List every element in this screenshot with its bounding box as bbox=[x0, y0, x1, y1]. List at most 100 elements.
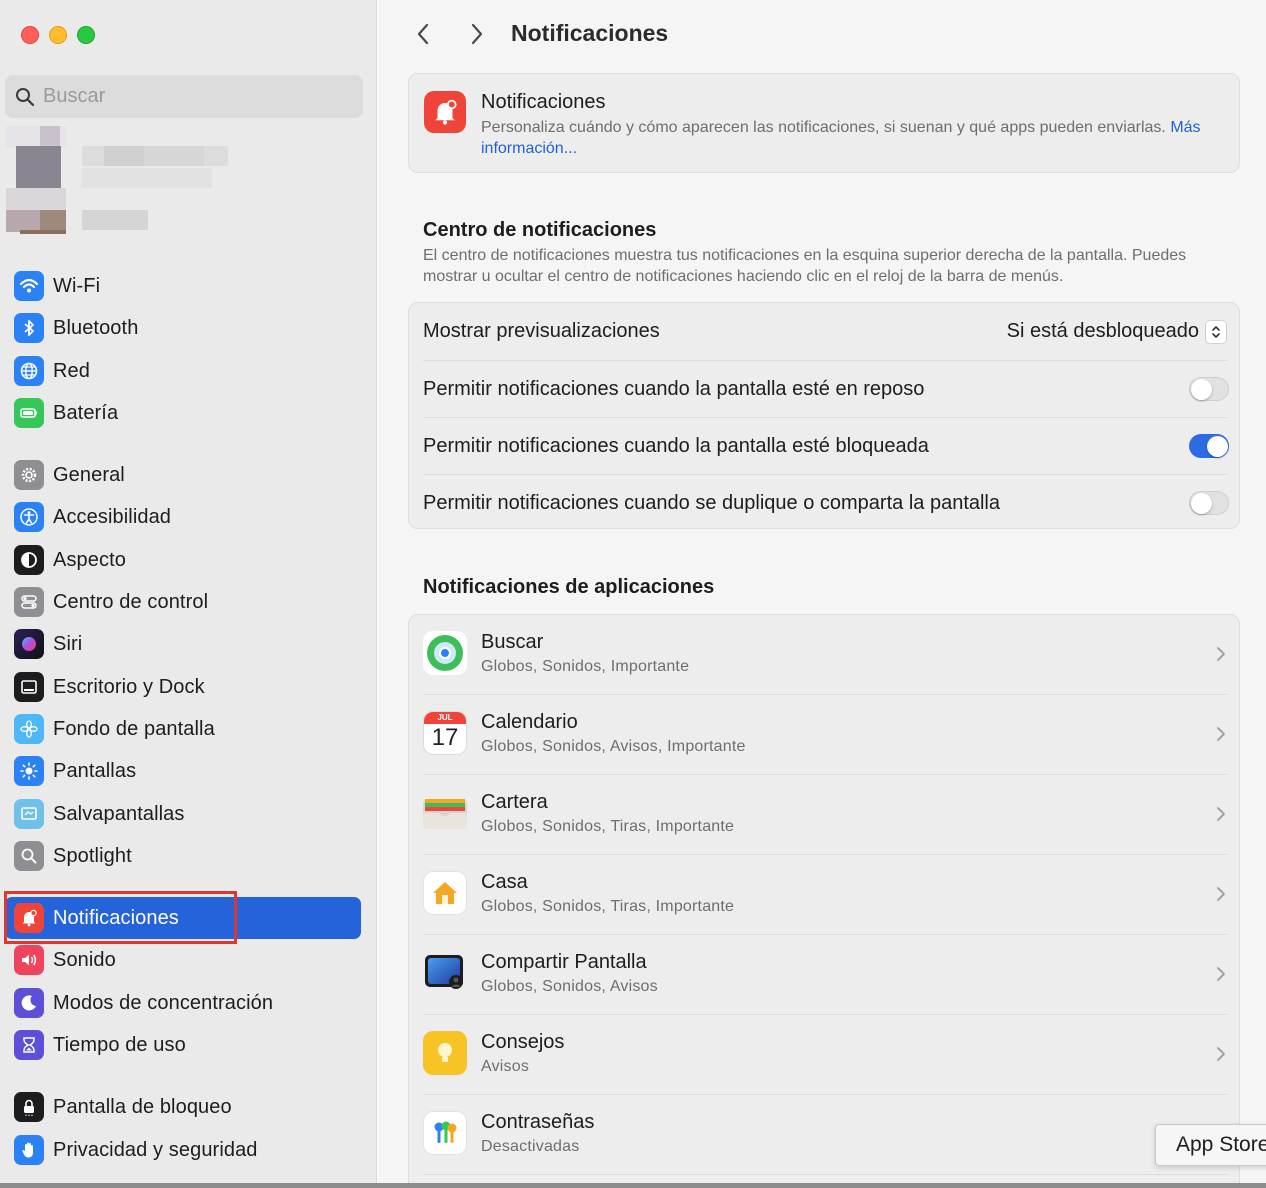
sidebar-item-label: General bbox=[53, 463, 125, 486]
sidebar-item-battery[interactable]: Batería bbox=[5, 393, 361, 433]
spotlight-magnifier-icon bbox=[14, 841, 44, 871]
sidebar-item-spotlight[interactable]: Spotlight bbox=[5, 836, 361, 876]
sidebar-item-label: Red bbox=[53, 359, 90, 382]
sidebar-item-label: Tiempo de uso bbox=[53, 1033, 186, 1056]
app-notification-styles: Globos, Sonidos, Tiras, Importante bbox=[481, 818, 735, 835]
sidebar-item-displays[interactable]: Pantallas bbox=[5, 751, 361, 791]
notification-center-title: Centro de notificaciones bbox=[423, 219, 657, 241]
zoom-window-button[interactable] bbox=[77, 26, 95, 44]
toggle-row-locked: Permitir notificaciones cuando la pantal… bbox=[423, 417, 1229, 474]
header-card-title: Notificaciones bbox=[481, 91, 606, 113]
sidebar-item-label: Aspecto bbox=[53, 548, 126, 571]
app-row-home[interactable]: Casa Globos, Sonidos, Tiras, Importante bbox=[423, 855, 1227, 935]
mirroring-notifications-toggle[interactable] bbox=[1189, 491, 1229, 515]
header-description-text: Personaliza cuándo y cómo aparecen las n… bbox=[481, 119, 1166, 136]
show-previews-popup[interactable]: Si está desbloqueado bbox=[1006, 319, 1227, 344]
app-store-tooltip: App Store bbox=[1155, 1124, 1266, 1166]
sidebar-item-sound[interactable]: Sonido bbox=[5, 940, 361, 980]
sleep-notifications-toggle[interactable] bbox=[1189, 377, 1229, 401]
notification-center-description: El centro de notificaciones muestra tus … bbox=[423, 247, 1187, 285]
sidebar-item-privacy-security[interactable]: Privacidad y seguridad bbox=[5, 1130, 361, 1170]
search-field[interactable] bbox=[5, 75, 363, 118]
sidebar-item-control-center[interactable]: Centro de control bbox=[5, 582, 361, 622]
notification-bell-icon bbox=[14, 903, 44, 933]
sidebar-item-wifi[interactable]: Wi-Fi bbox=[5, 266, 361, 306]
search-icon bbox=[16, 87, 35, 106]
sidebar-item-screensaver[interactable]: Salvapantallas bbox=[5, 794, 361, 834]
show-previews-row: Mostrar previsualizaciones Si está desbl… bbox=[423, 303, 1227, 360]
app-notification-styles: Avisos bbox=[481, 1058, 530, 1075]
sidebar-item-screen-time[interactable]: Tiempo de uso bbox=[5, 1025, 361, 1065]
siri-icon bbox=[14, 629, 44, 659]
window-bottom-edge bbox=[0, 1183, 1266, 1188]
app-row-screen-sharing[interactable]: Compartir Pantalla Globos, Sonidos, Avis… bbox=[423, 935, 1227, 1015]
navigation-controls bbox=[408, 18, 492, 50]
app-notification-styles: Globos, Sonidos, Avisos, Importante bbox=[481, 738, 746, 755]
back-button[interactable] bbox=[408, 18, 438, 50]
chevron-right-icon bbox=[471, 23, 483, 45]
app-name: Consejos bbox=[481, 1031, 565, 1053]
toggle-row-sleep: Permitir notificaciones cuando la pantal… bbox=[423, 360, 1229, 417]
sidebar-item-wallpaper[interactable]: Fondo de pantalla bbox=[5, 709, 361, 749]
sidebar-item-appearance[interactable]: Aspecto bbox=[5, 540, 361, 580]
bluetooth-icon bbox=[14, 313, 44, 343]
speaker-icon bbox=[14, 945, 44, 975]
app-row-tips[interactable]: Consejos Avisos bbox=[423, 1015, 1227, 1095]
chevron-left-icon bbox=[417, 23, 429, 45]
toggle-row-mirroring: Permitir notificaciones cuando se dupliq… bbox=[423, 474, 1229, 531]
app-name: Buscar bbox=[481, 631, 544, 653]
apple-account-profile-blurred[interactable] bbox=[6, 126, 236, 236]
control-center-icon bbox=[14, 587, 44, 617]
sidebar-item-label: Batería bbox=[53, 401, 119, 424]
moon-icon bbox=[14, 988, 44, 1018]
up-down-chevron-icon bbox=[1205, 319, 1227, 344]
minimize-window-button[interactable] bbox=[49, 26, 67, 44]
sidebar-item-label: Escritorio y Dock bbox=[53, 675, 205, 698]
sidebar-item-siri[interactable]: Siri bbox=[5, 624, 361, 664]
app-name: Cartera bbox=[481, 791, 548, 813]
wallpaper-flower-icon bbox=[14, 714, 44, 744]
sidebar: Wi-Fi Bluetooth Red Batería General Acce… bbox=[0, 0, 377, 1188]
sidebar-item-label: Fondo de pantalla bbox=[53, 717, 215, 740]
sidebar-item-focus[interactable]: Modos de concentración bbox=[5, 983, 361, 1023]
chevron-right-icon bbox=[1217, 1047, 1225, 1061]
sidebar-item-notifications[interactable]: Notificaciones bbox=[5, 897, 361, 939]
sidebar-item-label: Centro de control bbox=[53, 590, 209, 613]
sidebar-item-label: Notificaciones bbox=[53, 906, 179, 929]
locked-notifications-toggle[interactable] bbox=[1189, 434, 1229, 458]
sidebar-item-desktop-dock[interactable]: Escritorio y Dock bbox=[5, 667, 361, 707]
notification-bell-icon bbox=[424, 91, 466, 133]
toggle-row-label: Permitir notificaciones cuando la pantal… bbox=[423, 377, 925, 400]
calendar-month: JUL bbox=[424, 712, 466, 724]
show-previews-value: Si está desbloqueado bbox=[1006, 320, 1199, 342]
sidebar-item-label: Sonido bbox=[53, 948, 116, 971]
sidebar-item-label: Pantallas bbox=[53, 759, 137, 782]
search-input[interactable] bbox=[43, 85, 333, 108]
home-icon bbox=[423, 871, 467, 915]
app-row-find-my[interactable]: Buscar Globos, Sonidos, Importante bbox=[423, 615, 1227, 695]
chevron-right-icon bbox=[1217, 887, 1225, 901]
hourglass-icon bbox=[14, 1030, 44, 1060]
passwords-key-icon bbox=[423, 1111, 467, 1155]
sidebar-item-lock-screen[interactable]: Pantalla de bloqueo bbox=[5, 1087, 361, 1127]
chevron-right-icon bbox=[1217, 647, 1225, 661]
toggle-row-label: Permitir notificaciones cuando la pantal… bbox=[423, 434, 929, 457]
network-globe-icon bbox=[14, 356, 44, 386]
dock-icon bbox=[14, 672, 44, 702]
forward-button[interactable] bbox=[462, 18, 492, 50]
sidebar-item-accessibility[interactable]: Accesibilidad bbox=[5, 497, 361, 537]
sidebar-item-network[interactable]: Red bbox=[5, 351, 361, 391]
main-content: Notificaciones Notificaciones Personaliz… bbox=[378, 0, 1266, 1188]
sidebar-item-general[interactable]: General bbox=[5, 455, 361, 495]
screen-sharing-icon bbox=[423, 951, 467, 995]
app-row-passwords[interactable]: Contraseñas Desactivadas bbox=[423, 1095, 1227, 1175]
tips-bulb-icon bbox=[423, 1031, 467, 1075]
display-sun-icon bbox=[14, 756, 44, 786]
app-row-wallet[interactable]: Cartera Globos, Sonidos, Tiras, Importan… bbox=[423, 775, 1227, 855]
app-notification-styles: Globos, Sonidos, Tiras, Importante bbox=[481, 898, 735, 915]
app-row-calendar[interactable]: JUL 17 Calendario Globos, Sonidos, Aviso… bbox=[423, 695, 1227, 775]
app-name: Casa bbox=[481, 871, 528, 893]
calendar-day: 17 bbox=[431, 724, 459, 751]
close-window-button[interactable] bbox=[21, 26, 39, 44]
sidebar-item-bluetooth[interactable]: Bluetooth bbox=[5, 308, 361, 348]
